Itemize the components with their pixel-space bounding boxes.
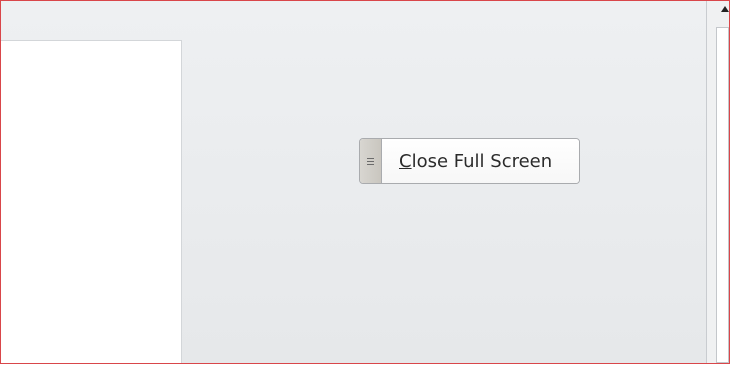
close-full-screen-text: lose Full Screen [411,150,553,172]
scroll-track[interactable] [716,27,729,363]
scroll-up-arrow-icon[interactable] [707,1,730,23]
close-full-screen-label: Close Full Screen [399,151,552,172]
toolbar-grip-handle[interactable] [360,139,382,183]
close-full-screen-button[interactable]: Close Full Screen [359,138,580,184]
full-screen-view: Close Full Screen [0,0,731,365]
close-full-screen-body[interactable]: Close Full Screen [382,139,579,183]
document-page [1,40,182,363]
close-full-screen-mnemonic: C [399,150,412,172]
grip-lines-icon [367,157,374,165]
vertical-scrollbar[interactable] [706,1,730,363]
